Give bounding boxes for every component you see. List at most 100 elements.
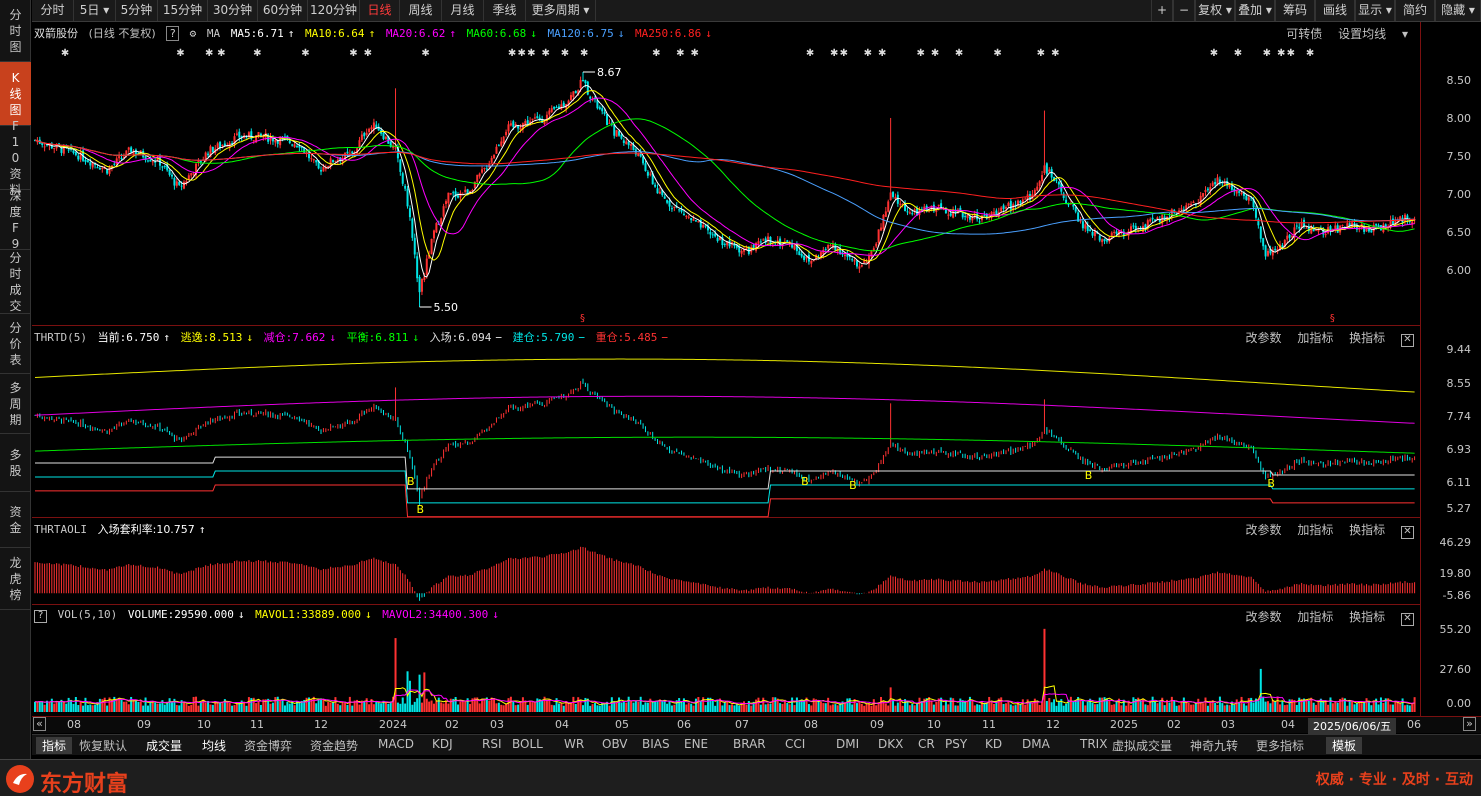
help-icon[interactable]: ? [166, 26, 179, 41]
indicator-tab-11[interactable]: OBV [602, 737, 628, 751]
period-tab-0[interactable]: 分时 [32, 0, 74, 21]
indicator-tab-6[interactable]: MACD [378, 737, 414, 751]
edit-params-button[interactable]: 改参数 [1245, 523, 1281, 537]
indicator-tab-1[interactable]: 恢复默认 [79, 737, 127, 754]
toolbar-right-4[interactable]: 筹码 [1275, 0, 1315, 21]
period-tab-3[interactable]: 15分钟 [158, 0, 208, 21]
sidebar-item-3[interactable]: 深度F9 [0, 189, 31, 251]
candle-body [89, 162, 92, 166]
convertible-bond-link[interactable]: 可转债 [1286, 27, 1322, 41]
add-indicator-button[interactable]: 加指标 [1297, 610, 1333, 624]
toolbar-right-7[interactable]: 简约 [1395, 0, 1435, 21]
indicator-tab-7[interactable]: KDJ [432, 737, 453, 751]
indicator-tab-8[interactable]: RSI [482, 737, 502, 751]
volume-bar [1384, 698, 1387, 712]
toolbar-right-8[interactable]: 隐藏 ▾ [1435, 0, 1481, 21]
candle-body [74, 152, 77, 156]
sidebar-item-9[interactable]: 龙虎榜 [0, 548, 31, 610]
indicator-tab-26[interactable]: 模板 [1326, 737, 1363, 754]
indicator-tab-19[interactable]: PSY [945, 737, 967, 751]
period-tab-4[interactable]: 30分钟 [208, 0, 258, 21]
sidebar-item-5[interactable]: 分价表 [0, 314, 31, 374]
candle-body [538, 117, 541, 121]
indicator-tab-15[interactable]: CCI [785, 737, 805, 751]
add-indicator-button[interactable]: 加指标 [1297, 523, 1333, 537]
candle-body [1382, 224, 1385, 233]
indicator-tab-23[interactable]: 虚拟成交量 [1112, 737, 1172, 754]
sidebar-item-4[interactable]: 分时成交 [0, 250, 31, 314]
thrtd-panel[interactable]: THRTD(5) 当前:6.750 ↑ 逃逸:8.513 ↓ 减仓:7.662 ↓ 平… [32, 326, 1420, 518]
candle-body [853, 260, 856, 262]
toolbar-right-0[interactable]: + [1151, 0, 1173, 21]
switch-indicator-button[interactable]: 换指标 [1349, 610, 1385, 624]
indicator-tab-12[interactable]: BIAS [642, 737, 670, 751]
sidebar-item-2[interactable]: F10资料 [0, 119, 31, 197]
toolbar-right-2[interactable]: 复权 ▾ [1195, 0, 1235, 21]
sidebar-item-1[interactable]: K线图 [0, 62, 31, 126]
candle-body [493, 154, 496, 159]
close-icon[interactable]: ✕ [1401, 526, 1414, 539]
indicator-tab-5[interactable]: 资金趋势 [310, 737, 358, 754]
indicator-tab-9[interactable]: BOLL [512, 737, 543, 751]
help-icon[interactable]: ? [34, 610, 47, 623]
indicator-tab-24[interactable]: 神奇九转 [1190, 737, 1238, 754]
sidebar-item-6[interactable]: 多周期 [0, 374, 31, 434]
indicator-tab-3[interactable]: 均线 [202, 737, 226, 754]
period-tab-11[interactable]: 更多周期 ▾ [526, 0, 596, 21]
toolbar-right-5[interactable]: 画线 [1315, 0, 1355, 21]
scroll-left-button[interactable]: « [33, 717, 46, 731]
indicator-tab-18[interactable]: CR [918, 737, 935, 751]
period-tab-8[interactable]: 周线 [400, 0, 442, 21]
switch-indicator-button[interactable]: 换指标 [1349, 331, 1385, 345]
period-tab-10[interactable]: 季线 [484, 0, 526, 21]
period-tab-2[interactable]: 5分钟 [116, 0, 158, 21]
indicator-tab-17[interactable]: DKX [878, 737, 903, 751]
indicator-tab-14[interactable]: BRAR [733, 737, 766, 751]
sidebar-item-7[interactable]: 多股 [0, 434, 31, 492]
indicator-tab-21[interactable]: DMA [1022, 737, 1050, 751]
edit-params-button[interactable]: 改参数 [1245, 610, 1281, 624]
toolbar-right-6[interactable]: 显示 ▾ [1355, 0, 1395, 21]
kline-panel[interactable]: 双箭股份 (日线 不复权) ? ⚙ MA MA5:6.71 ↑ MA10:6.64… [32, 22, 1420, 326]
period-tab-6[interactable]: 120分钟 [308, 0, 360, 21]
candle-body [1298, 226, 1301, 229]
ma-settings-dropdown[interactable]: 设置均线 [1338, 27, 1386, 41]
caret-down-icon[interactable]: ▾ [1398, 27, 1408, 41]
indicator-tab-2[interactable]: 成交量 [146, 737, 182, 754]
period-tab-5[interactable]: 60分钟 [258, 0, 308, 21]
close-icon[interactable]: ✕ [1401, 334, 1414, 347]
sidebar-item-8[interactable]: 资金 [0, 492, 31, 548]
indicator-tab-20[interactable]: KD [985, 737, 1002, 751]
period-tab-9[interactable]: 月线 [442, 0, 484, 21]
volume-panel[interactable]: ? VOL(5,10) VOLUME:29590.000 ↓ MAVOL1:338… [32, 605, 1420, 716]
indicator-tab-4[interactable]: 资金博弈 [244, 737, 292, 754]
close-icon[interactable]: ✕ [1401, 613, 1414, 626]
candle-body [262, 136, 265, 138]
indicator-tab-22[interactable]: TRIX [1080, 737, 1107, 751]
volume-bar [132, 699, 135, 712]
toolbar-right-3[interactable]: 叠加 ▾ [1235, 0, 1275, 21]
thrtaoli-panel[interactable]: THRTAOLI 入场套利率:10.757 ↑ 改参数 加指标 换指标 ✕ [32, 518, 1420, 605]
candle-body [396, 146, 399, 159]
volume-bar [1029, 701, 1032, 712]
toolbar-right-1[interactable]: − [1173, 0, 1195, 21]
switch-indicator-button[interactable]: 换指标 [1349, 523, 1385, 537]
candle-body [1343, 226, 1346, 230]
indicator-tab-25[interactable]: 更多指标 [1256, 737, 1304, 754]
add-indicator-button[interactable]: 加指标 [1297, 331, 1333, 345]
indicator-tab-0[interactable]: 指标 [36, 737, 73, 754]
candle-body [584, 80, 587, 84]
b-signal-label: B [801, 475, 809, 488]
candle-body [298, 145, 301, 148]
period-tab-7[interactable]: 日线 [360, 0, 400, 21]
volume-bar [690, 703, 693, 712]
ma5-line [34, 84, 1415, 278]
edit-params-button[interactable]: 改参数 [1245, 331, 1281, 345]
period-tab-1[interactable]: 5日 ▾ [74, 0, 116, 21]
sidebar-item-0[interactable]: 分时图 [0, 0, 31, 62]
scroll-right-button[interactable]: » [1463, 717, 1476, 731]
gear-icon[interactable]: ⚙ [190, 27, 197, 40]
indicator-tab-13[interactable]: ENE [684, 737, 708, 751]
indicator-tab-10[interactable]: WR [564, 737, 584, 751]
indicator-tab-16[interactable]: DMI [836, 737, 859, 751]
